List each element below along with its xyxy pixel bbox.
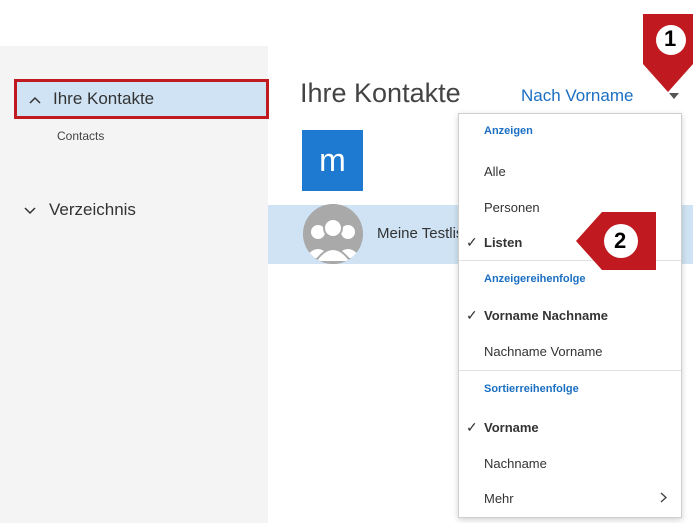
group-avatar-icon	[303, 204, 363, 264]
callout-number: 2	[614, 228, 627, 253]
checkmark-icon: ✓	[466, 306, 478, 323]
menu-item-all[interactable]: Alle	[459, 156, 681, 186]
checkmark-icon: ✓	[466, 233, 478, 250]
menu-section-show: Anzeigen	[484, 125, 533, 137]
menu-divider	[459, 370, 681, 371]
chevron-down-icon	[24, 203, 38, 218]
sidebar-subitem-contacts[interactable]: Contacts	[57, 129, 104, 143]
caret-down-icon[interactable]	[669, 93, 679, 99]
menu-item-label: Vorname Nachname	[484, 307, 609, 323]
view-options-menu: Anzeigen Alle Personen ✓ Listen Anzeiger…	[458, 113, 682, 518]
menu-item-last-first[interactable]: Nachname Vorname	[459, 336, 681, 366]
menu-item-label: Nachname	[484, 455, 547, 471]
sidebar-item-label: Verzeichnis	[49, 200, 136, 219]
menu-item-label: Vorname	[484, 419, 539, 435]
menu-item-sort-first-name[interactable]: ✓ Vorname	[459, 412, 681, 442]
menu-item-label: Alle	[484, 163, 506, 179]
menu-section-sort-order: Sortierreihenfolge	[484, 383, 579, 395]
menu-item-sort-last-name[interactable]: Nachname	[459, 448, 681, 478]
menu-item-label: Nachname Vorname	[484, 343, 603, 359]
menu-item-label: Listen	[484, 234, 523, 250]
callout-marker-2: 2	[576, 212, 656, 270]
checkmark-icon: ✓	[466, 418, 478, 435]
sort-dropdown-button[interactable]: Nach Vorname	[521, 86, 633, 106]
menu-section-display-order: Anzeigereihenfolge	[484, 273, 586, 285]
contact-name: Meine Testliste	[377, 225, 462, 242]
sidebar-item-directory[interactable]: Verzeichnis	[24, 200, 136, 220]
sidebar-item-your-contacts[interactable]: Ihre Kontakte	[14, 79, 269, 119]
chevron-up-icon	[29, 92, 43, 107]
letter-group-header: m	[302, 130, 363, 191]
callout-marker-1: 1	[643, 14, 693, 92]
app-window: Ihre Kontakte Contacts Verzeichnis Ihre …	[0, 0, 693, 523]
menu-item-first-last[interactable]: ✓ Vorname Nachname	[459, 300, 681, 330]
callout-number: 1	[664, 26, 677, 51]
page-title: Ihre Kontakte	[300, 78, 461, 108]
menu-item-label: Mehr	[484, 490, 514, 506]
chevron-right-icon	[660, 491, 668, 506]
menu-item-more[interactable]: Mehr	[459, 483, 681, 513]
sidebar-item-label: Ihre Kontakte	[53, 89, 155, 108]
menu-item-label: Personen	[484, 199, 540, 215]
